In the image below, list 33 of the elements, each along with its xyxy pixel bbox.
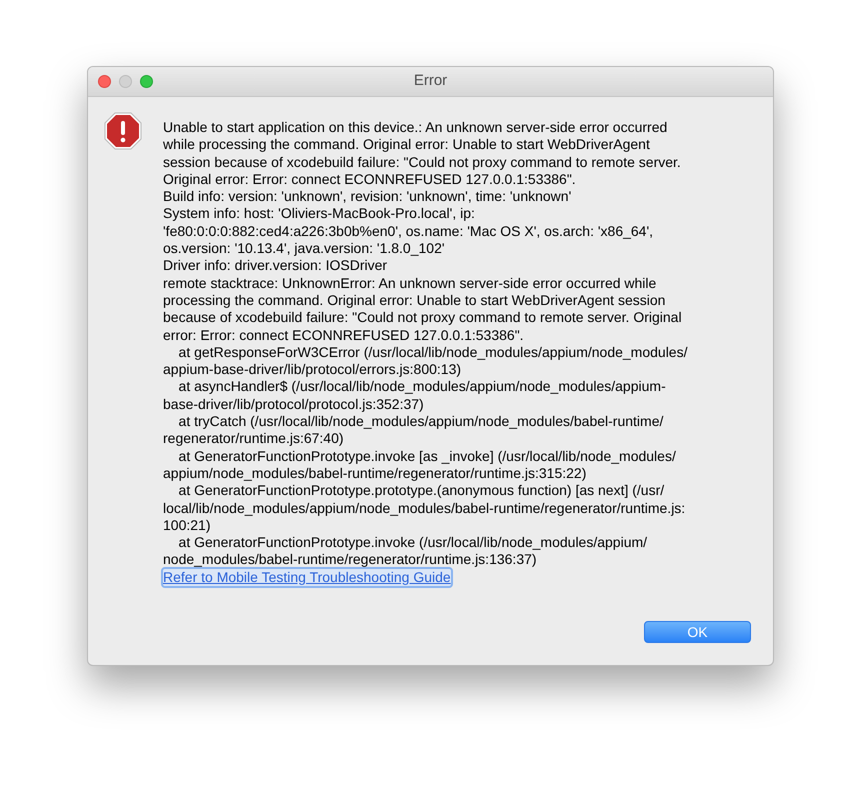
error-message-line: System info: host: 'Oliviers-MacBook-Pro.local', ip:	[163, 205, 476, 223]
error-message-line: base-driver/lib/protocol/protocol.js:352:37)	[163, 396, 425, 414]
stop-sign-icon	[104, 112, 142, 150]
error-message-line: 100:21)	[163, 516, 212, 534]
error-message-line: remote stacktrace: UnknownError: An unknown server-side error occurred while	[163, 274, 658, 292]
ok-button[interactable]: OK	[644, 621, 751, 643]
error-message-line: session because of xcodebuild failure: "Could not proxy command to remote server.	[163, 154, 682, 171]
troubleshooting-link[interactable]: Refer to Mobile Testing Troubleshooting Guide	[163, 568, 451, 586]
error-message-line: at asyncHandler$ (/usr/local/lib/node_modules/appium/node_modules/appium-	[178, 378, 667, 396]
error-message-line: 'fe80:0:0:0:882:ced4:a226:3b0b%en0', os.name: 'Mac OS X', os.arch: 'x86_64',	[163, 222, 654, 240]
error-message-line: while processing the command. Original error: Unable to start WebDriverAgent	[163, 136, 651, 154]
error-message-line: at GeneratorFunctionPrototype.prototype.(anonymous function) [as next] (/usr/	[178, 482, 666, 500]
error-message-line: appium/node_modules/babel-runtime/regenerator/runtime.js:315:22)	[163, 464, 588, 482]
error-message-line: node_modules/babel-runtime/regenerator/runtime.js:136:37)	[163, 551, 538, 569]
minimize-button[interactable]	[119, 75, 132, 88]
error-message-line: at getResponseForW3CError (/usr/local/lib/node_modules/appium/node_modules/	[178, 344, 688, 362]
close-button[interactable]	[98, 75, 111, 88]
error-message-line: at GeneratorFunctionPrototype.invoke [as _invoke] (/usr/local/lib/node_modules/	[178, 448, 677, 465]
error-message-line: Original error: Error: connect ECONNREFUSED 127.0.0.1:53386".	[163, 170, 577, 188]
error-message-line: Driver info: driver.version: IOSDriver	[163, 257, 388, 275]
error-message-line: Build info: version: 'unknown', revision: 'unknown', time: 'unknown'	[163, 188, 572, 206]
error-message-line: local/lib/node_modules/appium/node_modules/babel-runtime/regenerator/runtime.js:	[163, 500, 686, 517]
error-message-line: processing the command. Original error: Unable to start WebDriverAgent session	[163, 292, 666, 310]
error-message-line: error: Error: connect ECONNREFUSED 127.0.0.1:53386".	[163, 326, 525, 344]
error-message-line: Unable to start application on this device.: An unknown server-side error occurred	[163, 119, 668, 136]
zoom-button[interactable]	[140, 75, 153, 88]
error-message-line: because of xcodebuild failure: "Could not proxy command to remote server. Original	[163, 309, 683, 327]
error-message-line: at GeneratorFunctionPrototype.invoke (/usr/local/lib/node_modules/appium/	[178, 534, 648, 552]
error-message-line: os.version: '10.13.4', java.version: '1.8.0_102'	[163, 240, 446, 258]
error-message-line: at tryCatch (/usr/local/lib/node_modules/appium/node_modules/babel-runtime/	[178, 413, 664, 430]
error-message-line: regenerator/runtime.js:67:40)	[163, 430, 345, 448]
window-title: Error	[414, 71, 448, 92]
error-message-line: appium-base-driver/lib/protocol/errors.js:800:13)	[163, 361, 462, 378]
